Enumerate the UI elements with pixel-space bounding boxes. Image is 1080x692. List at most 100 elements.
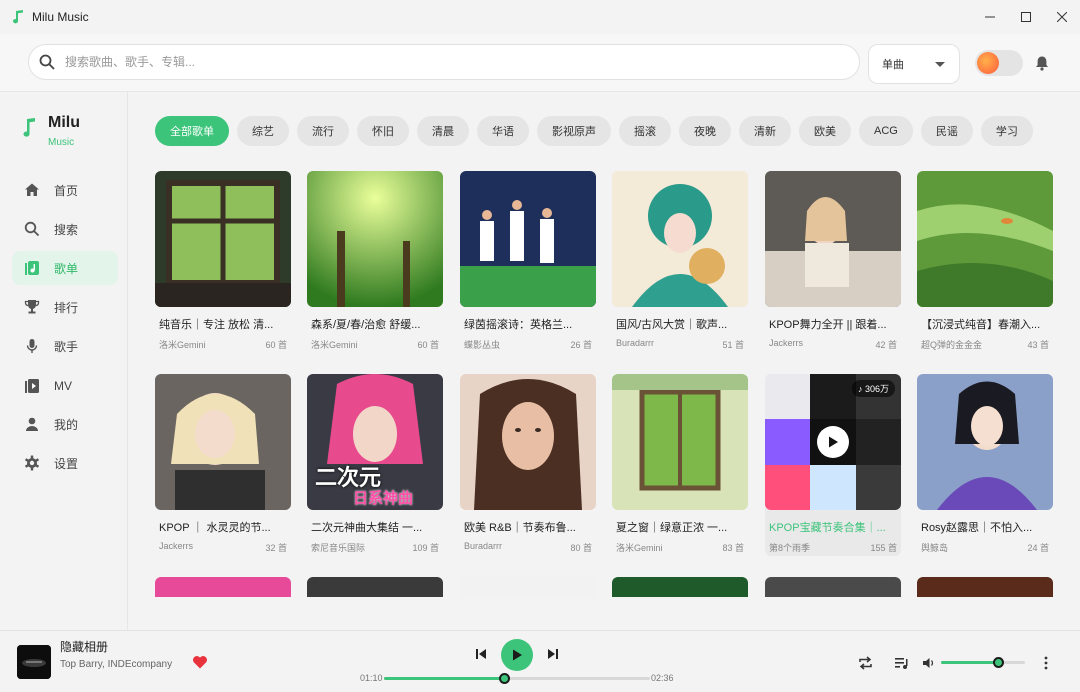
- playlist-card[interactable]: [612, 577, 748, 597]
- playlist-title[interactable]: 绿茵摇滚诗：英格兰...: [460, 316, 596, 332]
- sidebar-item-5[interactable]: MV: [12, 369, 118, 403]
- search-input[interactable]: [65, 55, 825, 69]
- search-type-select[interactable]: 单曲: [868, 44, 960, 84]
- category-chip[interactable]: 夜晚: [679, 116, 731, 146]
- category-chip[interactable]: 欧美: [799, 116, 851, 146]
- more-button[interactable]: [1038, 655, 1054, 671]
- playlist-author[interactable]: Jackerrs: [769, 338, 803, 351]
- playlist-card[interactable]: 纯音乐｜专注 放松 清... 洛米Gemini 60 首: [155, 171, 291, 351]
- repeat-button[interactable]: [857, 655, 873, 671]
- heart-icon[interactable]: [192, 655, 208, 669]
- playlist-cover[interactable]: [460, 374, 596, 510]
- playlist-cover[interactable]: [460, 171, 596, 307]
- volume-thumb[interactable]: [993, 657, 1005, 668]
- now-playing-cover[interactable]: [17, 645, 51, 679]
- playlist-card[interactable]: [307, 577, 443, 597]
- category-chip[interactable]: 摇滚: [619, 116, 671, 146]
- playlist-card[interactable]: [460, 577, 596, 597]
- playlist-card[interactable]: Rosy赵露思｜不怕入... 舆鲸岛 24 首: [917, 374, 1053, 554]
- category-chip[interactable]: 学习: [980, 116, 1033, 146]
- category-chip[interactable]: 民谣: [920, 116, 973, 146]
- play-button[interactable]: [501, 639, 533, 671]
- playlist-cover[interactable]: [612, 374, 748, 510]
- playlist-cover[interactable]: [155, 577, 291, 597]
- playlist-cover[interactable]: [307, 577, 443, 597]
- playlist-title[interactable]: 欧美 R&B｜节奏布鲁...: [460, 519, 596, 535]
- playlist-title[interactable]: 纯音乐｜专注 放松 清...: [155, 316, 291, 332]
- playlist-author[interactable]: 蝶影丛虫: [464, 338, 500, 351]
- playlist-card[interactable]: 二次元 日系神曲 二次元神曲大集结 一... 索尼音乐国际 109 首: [307, 374, 443, 554]
- playlist-cover[interactable]: [765, 577, 901, 597]
- playlist-cover[interactable]: [460, 577, 596, 597]
- category-chip[interactable]: 清晨: [417, 116, 469, 146]
- now-playing-title[interactable]: 隐藏相册: [60, 638, 108, 655]
- playlist-author[interactable]: Buradarrr: [616, 338, 654, 351]
- now-playing-artist[interactable]: Top Barry, INDEcompany: [60, 659, 172, 670]
- playlist-author[interactable]: 洛米Gemini: [159, 338, 206, 351]
- category-chip[interactable]: ACG: [859, 116, 913, 146]
- playlist-author[interactable]: Buradarrr: [464, 541, 502, 554]
- volume-button[interactable]: [920, 655, 936, 671]
- playlist-author[interactable]: Jackerrs: [159, 541, 193, 554]
- playlist-cover[interactable]: [155, 374, 291, 510]
- next-button[interactable]: [546, 647, 560, 661]
- sidebar-item-3[interactable]: 排行: [12, 290, 118, 324]
- sidebar-item-4[interactable]: 歌手: [12, 329, 118, 363]
- playlist-card[interactable]: 夏之窗｜绿意正浓 一... 洛米Gemini 83 首: [612, 374, 748, 554]
- playlist-author[interactable]: 超Q弹的金金金: [921, 338, 982, 351]
- playlist-card[interactable]: KPOP ｜ 水灵灵的节... Jackerrs 32 首: [155, 374, 291, 554]
- queue-button[interactable]: [893, 655, 909, 671]
- playlist-title[interactable]: 夏之窗｜绿意正浓 一...: [612, 519, 748, 535]
- theme-toggle[interactable]: [975, 50, 1023, 76]
- category-chip[interactable]: 流行: [297, 116, 349, 146]
- playlist-card[interactable]: 绿茵摇滚诗：英格兰... 蝶影丛虫 26 首: [460, 171, 596, 351]
- playlist-cover[interactable]: [612, 171, 748, 307]
- sidebar-item-1[interactable]: 搜索: [12, 212, 118, 246]
- playlist-cover[interactable]: [917, 577, 1053, 597]
- bell-icon[interactable]: [1034, 55, 1050, 71]
- playlist-title[interactable]: 二次元神曲大集结 一...: [307, 519, 443, 535]
- playlist-card[interactable]: 国风/古风大赏｜歌声... Buradarrr 51 首: [612, 171, 748, 351]
- playlist-cover[interactable]: [155, 171, 291, 307]
- search-box[interactable]: [28, 44, 860, 80]
- playlist-author[interactable]: 索尼音乐国际: [311, 541, 365, 554]
- playlist-card[interactable]: [917, 577, 1053, 597]
- sidebar-item-0[interactable]: 首页: [12, 173, 118, 207]
- playlist-title[interactable]: KPOP ｜ 水灵灵的节...: [155, 519, 291, 535]
- playlist-title[interactable]: KPOP舞力全开 || 跟着...: [765, 316, 901, 332]
- category-chip[interactable]: 华语: [477, 116, 529, 146]
- playlist-card[interactable]: 【沉浸式纯音】春潮入... 超Q弹的金金金 43 首: [917, 171, 1053, 351]
- playlist-card[interactable]: 森系/夏/春/治愈 舒缓... 洛米Gemini 60 首: [307, 171, 443, 351]
- playlist-card[interactable]: [155, 577, 291, 597]
- playlist-title[interactable]: 【沉浸式纯音】春潮入...: [917, 316, 1053, 332]
- playlist-card[interactable]: KPOP舞力全开 || 跟着... Jackerrs 42 首: [765, 171, 901, 351]
- sidebar-item-7[interactable]: 设置: [12, 446, 118, 480]
- playlist-cover[interactable]: [917, 171, 1053, 307]
- minimize-button[interactable]: [972, 0, 1008, 34]
- previous-button[interactable]: [474, 647, 488, 661]
- category-chip[interactable]: 综艺: [237, 116, 289, 146]
- category-chip[interactable]: 影视原声: [537, 116, 611, 146]
- category-chip[interactable]: 全部歌单: [155, 116, 229, 146]
- playlist-card[interactable]: [765, 577, 901, 597]
- maximize-button[interactable]: [1008, 0, 1044, 34]
- playlist-title[interactable]: Rosy赵露思｜不怕入...: [917, 519, 1053, 535]
- play-overlay-button[interactable]: [817, 426, 849, 458]
- playlist-card[interactable]: 欧美 R&B｜节奏布鲁... Buradarrr 80 首: [460, 374, 596, 554]
- category-chip[interactable]: 怀旧: [357, 116, 409, 146]
- playlist-cover[interactable]: [917, 374, 1053, 510]
- playlist-cover[interactable]: 二次元 日系神曲: [307, 374, 443, 510]
- progress-thumb[interactable]: [498, 673, 510, 684]
- playlist-author[interactable]: 第8个雨季: [769, 541, 810, 554]
- playlist-title[interactable]: KPOP宝藏节奏合集｜...: [765, 519, 901, 535]
- playlist-title[interactable]: 国风/古风大赏｜歌声...: [612, 316, 748, 332]
- close-button[interactable]: [1044, 0, 1080, 34]
- playlist-author[interactable]: 洛米Gemini: [616, 541, 663, 554]
- playlist-title[interactable]: 森系/夏/春/治愈 舒缓...: [307, 316, 443, 332]
- playlist-cover[interactable]: ♪ 306万: [765, 374, 901, 510]
- playlist-author[interactable]: 洛米Gemini: [311, 338, 358, 351]
- playlist-card[interactable]: ♪ 306万 KPOP宝藏节奏合集｜... 第8个雨季 155 首: [765, 374, 901, 556]
- category-chip[interactable]: 清新: [739, 116, 791, 146]
- playlist-cover[interactable]: [612, 577, 748, 597]
- progress-slider[interactable]: [384, 673, 650, 684]
